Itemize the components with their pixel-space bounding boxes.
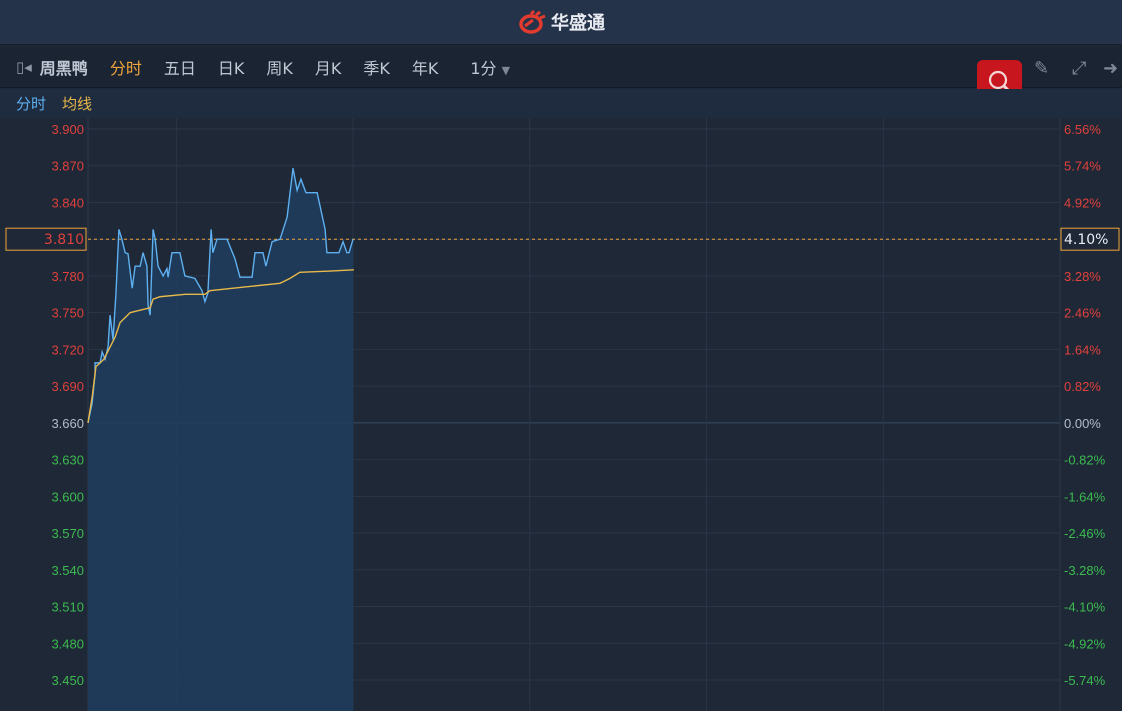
price-axis-label: 3.600 bbox=[51, 489, 84, 504]
price-axis-label: 3.450 bbox=[51, 673, 84, 688]
percent-axis-label: -3.28% bbox=[1064, 563, 1106, 578]
price-axis-label: 3.570 bbox=[51, 526, 84, 541]
price-axis-label: 3.750 bbox=[51, 306, 84, 321]
percent-axis-label: 2.46% bbox=[1064, 306, 1101, 321]
percent-axis-label: -4.10% bbox=[1064, 600, 1106, 615]
percent-axis-label: -0.82% bbox=[1064, 453, 1106, 468]
percent-axis-label: -4.92% bbox=[1064, 636, 1106, 651]
app-logo: 华盛通 bbox=[517, 9, 605, 35]
fullscreen-icon[interactable]: ⤢ bbox=[1072, 58, 1086, 79]
collapse-sidebar-icon[interactable]: ▯◂ bbox=[16, 58, 32, 76]
percent-axis-label: 0.82% bbox=[1064, 379, 1101, 394]
legend-bar: 分时 均线 bbox=[0, 89, 1122, 118]
price-axis-label: 3.780 bbox=[51, 269, 84, 284]
price-axis-label: 3.630 bbox=[51, 453, 84, 468]
interval-select[interactable]: 1分 ▼ bbox=[470, 55, 510, 79]
price-area bbox=[88, 168, 354, 711]
price-axis-label: 3.690 bbox=[51, 379, 84, 394]
tab-weekly-k[interactable]: 周K bbox=[266, 55, 293, 79]
percent-axis-label: 3.28% bbox=[1064, 269, 1101, 284]
percent-axis-label: 0.00% bbox=[1064, 416, 1101, 431]
percent-axis-label: 1.64% bbox=[1064, 342, 1101, 357]
price-axis-label: 3.840 bbox=[51, 195, 84, 210]
price-axis-label: 3.660 bbox=[51, 416, 84, 431]
huashengtong-logo-icon bbox=[519, 10, 546, 34]
title-bar: 华盛通 bbox=[0, 0, 1122, 45]
percent-axis-label: 6.56% bbox=[1064, 122, 1101, 137]
pop-out-icon[interactable]: ➜ bbox=[1103, 58, 1118, 79]
chart-toolbar: ▯◂ 周黑鸭 分时 五日 日K 周K 月K 季K 年K 1分 ▼ bbox=[0, 46, 1122, 88]
app-title: 华盛通 bbox=[551, 13, 605, 34]
price-axis-label: 3.510 bbox=[51, 600, 84, 615]
tab-monthly-k[interactable]: 月K bbox=[315, 55, 342, 79]
legend-price: 分时 bbox=[16, 95, 47, 113]
legend-average: 均线 bbox=[62, 95, 93, 113]
percent-axis-label: -5.74% bbox=[1064, 673, 1106, 688]
tab-yearly-k[interactable]: 年K bbox=[412, 55, 439, 79]
current-price-label: 3.810 bbox=[44, 232, 84, 248]
percent-axis-label: 5.74% bbox=[1064, 159, 1101, 174]
tab-five-day[interactable]: 五日 bbox=[164, 55, 196, 79]
price-axis-label: 3.720 bbox=[51, 342, 84, 357]
price-axis-label: 3.900 bbox=[51, 122, 84, 137]
percent-axis-label: -1.64% bbox=[1064, 489, 1106, 504]
interval-value: 1分 bbox=[470, 58, 497, 78]
percent-axis-label: 4.92% bbox=[1064, 195, 1101, 210]
tab-intraday[interactable]: 分时 bbox=[110, 55, 142, 79]
price-axis-label: 3.480 bbox=[51, 636, 84, 651]
percent-axis-label: -2.46% bbox=[1064, 526, 1106, 541]
tab-daily-k[interactable]: 日K bbox=[218, 55, 245, 79]
intraday-chart[interactable]: 3.900 6.56% 3.870 5.74% 3.840 4.92% 3.810 4.10%… bbox=[0, 118, 1122, 711]
chevron-down-icon: ▼ bbox=[501, 63, 511, 77]
price-axis-label: 3.870 bbox=[51, 159, 84, 174]
stock-name: 周黑鸭 bbox=[39, 58, 88, 78]
pencil-icon[interactable]: ✎ bbox=[1034, 58, 1049, 79]
current-change-label: 4.10% bbox=[1064, 232, 1108, 248]
price-axis-label: 3.540 bbox=[51, 563, 84, 578]
tab-quarterly-k[interactable]: 季K bbox=[363, 55, 390, 79]
